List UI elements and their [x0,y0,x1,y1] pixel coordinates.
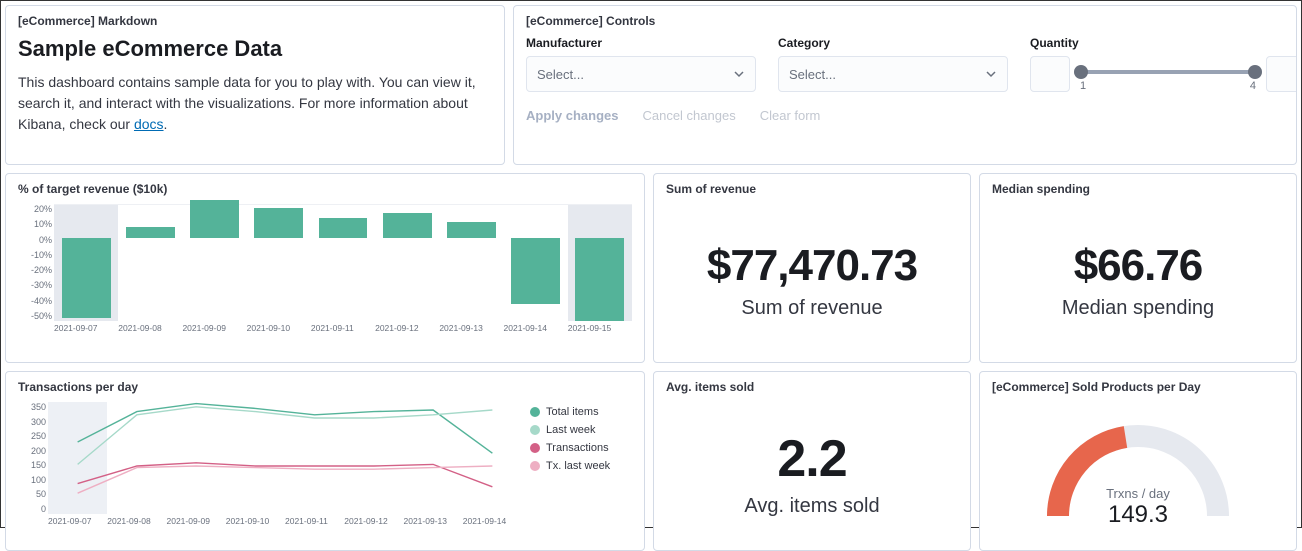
bar-chart[interactable]: 20%10%0%-10%-20%-30%-40%-50% 2021-09-072… [54,204,632,339]
chevron-down-icon [733,68,745,80]
legend-tx-last[interactable]: Tx. last week [530,460,632,472]
panel-title: [eCommerce] Controls [526,14,1284,28]
sum-revenue-value: $77,470.73 [707,241,917,291]
avg-items-panel: Avg. items sold 2.2 Avg. items sold [653,371,971,551]
quantity-slider[interactable]: 1 4 [1078,56,1258,92]
category-group: Category Select... [778,36,1008,92]
markdown-panel: [eCommerce] Markdown Sample eCommerce Da… [5,5,505,165]
avg-items-label: Avg. items sold [744,495,879,518]
controls-panel: [eCommerce] Controls Manufacturer Select… [513,5,1297,165]
panel-title: Transactions per day [18,380,632,394]
markdown-heading: Sample eCommerce Data [18,36,492,62]
avg-items-value: 2.2 [777,429,846,489]
gauge[interactable]: Trxns / day 149.3 [992,402,1284,540]
clear-form-button[interactable]: Clear form [760,108,821,123]
apply-changes-button[interactable]: Apply changes [526,108,618,123]
transactions-panel: Transactions per day 3503002502001501005… [5,371,645,551]
manufacturer-select[interactable]: Select... [526,56,756,92]
sold-per-day-panel: [eCommerce] Sold Products per Day Trxns … [979,371,1297,551]
gauge-svg: Trxns / day 149.3 [1028,406,1248,536]
bars-region [54,204,632,321]
slider-max-label: 4 [1250,80,1256,92]
panel-title: [eCommerce] Markdown [18,14,492,28]
slider-thumb-min[interactable] [1074,65,1088,79]
target-revenue-panel: % of target revenue ($10k) 20%10%0%-10%-… [5,173,645,363]
bar-x-axis: 2021-09-072021-09-082021-09-092021-09-10… [54,323,632,339]
panel-title: % of target revenue ($10k) [18,182,632,196]
docs-link[interactable]: docs [134,116,164,132]
gauge-value: 149.3 [1108,501,1168,528]
median-label: Median spending [1062,297,1214,320]
panel-title: [eCommerce] Sold Products per Day [992,380,1284,394]
category-label: Category [778,36,1008,50]
markdown-suffix: . [164,116,168,132]
sum-revenue-label: Sum of revenue [741,297,882,320]
bar-y-axis: 20%10%0%-10%-20%-30%-40%-50% [18,204,52,321]
line-y-axis: 350300250200150100500 [20,402,46,514]
manufacturer-placeholder: Select... [537,67,584,82]
panel-title: Median spending [992,182,1284,196]
quantity-min-input[interactable] [1030,56,1070,92]
manufacturer-group: Manufacturer Select... [526,36,756,92]
cancel-changes-button[interactable]: Cancel changes [642,108,735,123]
quantity-group: Quantity 1 4 [1030,36,1297,92]
category-select[interactable]: Select... [778,56,1008,92]
line-legend: Total items Last week Transactions Tx. l… [522,402,632,530]
legend-total[interactable]: Total items [530,406,632,418]
markdown-body: This dashboard contains sample data for … [18,72,492,135]
quantity-label: Quantity [1030,36,1297,50]
chevron-down-icon [985,68,997,80]
line-svg [48,402,522,514]
quantity-max-input[interactable] [1266,56,1297,92]
legend-last-week[interactable]: Last week [530,424,632,436]
median-value: $66.76 [1074,241,1203,291]
gauge-label: Trxns / day [1106,486,1170,501]
panel-title: Avg. items sold [666,380,958,394]
slider-thumb-max[interactable] [1248,65,1262,79]
panel-title: Sum of revenue [666,182,958,196]
slider-min-label: 1 [1080,80,1086,92]
category-placeholder: Select... [789,67,836,82]
sum-revenue-panel: Sum of revenue $77,470.73 Sum of revenue [653,173,971,363]
line-chart[interactable]: 350300250200150100500 2021-09-072021-09-… [48,402,522,530]
median-spending-panel: Median spending $66.76 Median spending [979,173,1297,363]
markdown-text: This dashboard contains sample data for … [18,74,476,132]
legend-transactions[interactable]: Transactions [530,442,632,454]
manufacturer-label: Manufacturer [526,36,756,50]
